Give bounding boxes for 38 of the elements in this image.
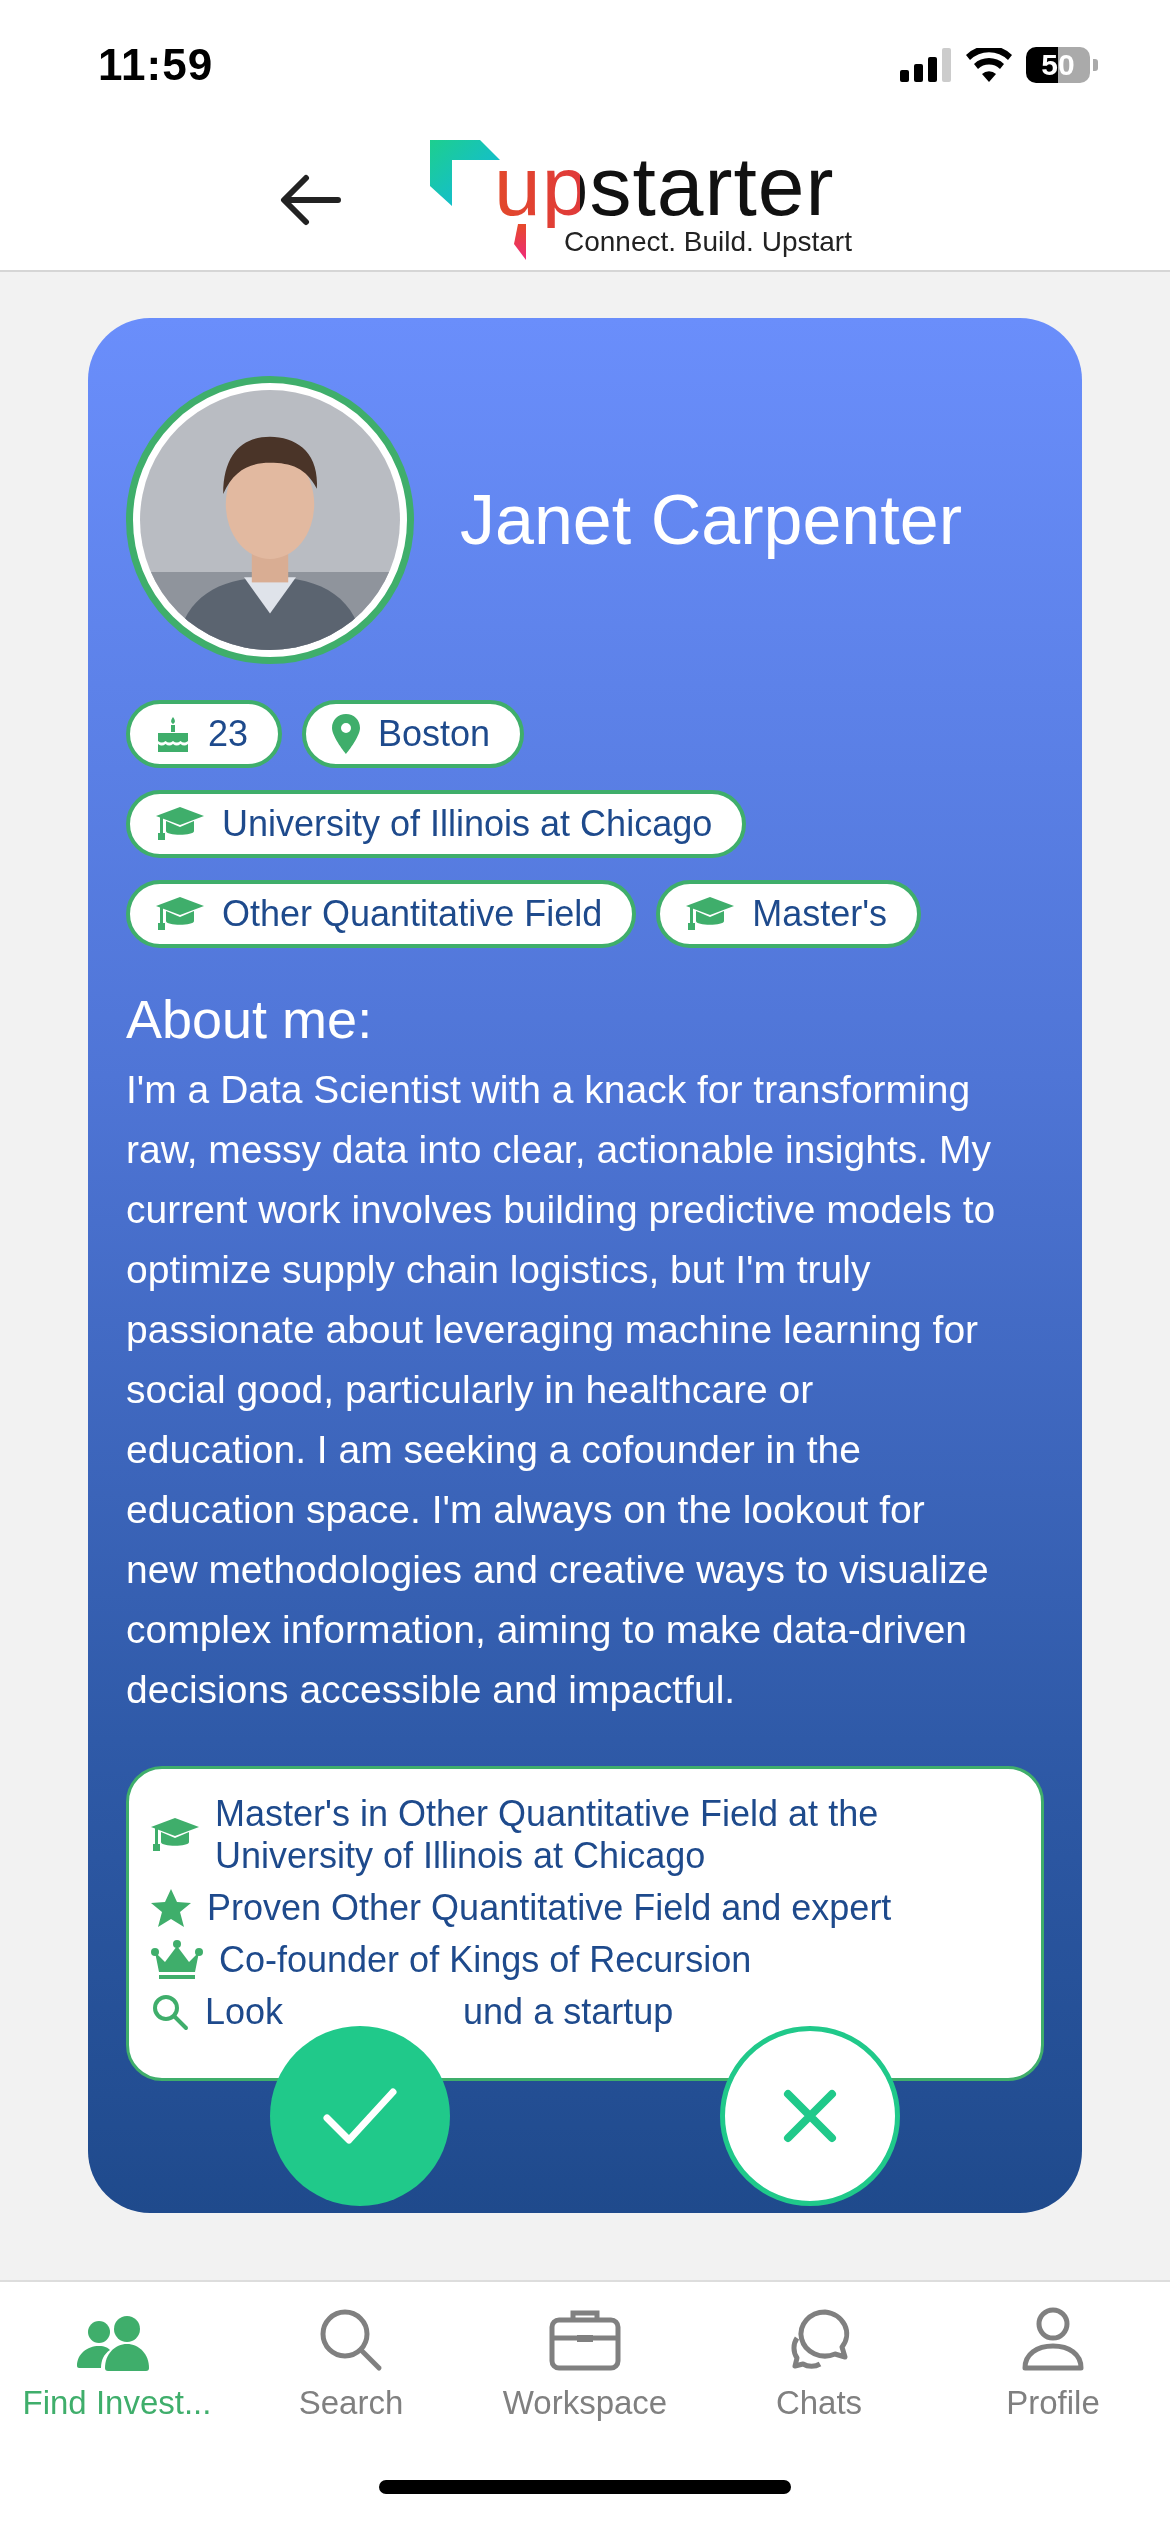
crown-icon bbox=[151, 1940, 203, 1980]
check-icon bbox=[323, 2086, 397, 2146]
person-icon bbox=[1021, 2306, 1085, 2372]
info-chip: University of Illinois at Chicago bbox=[126, 790, 747, 858]
location-pin-icon bbox=[332, 714, 361, 754]
highlight-text: Co-founder of Kings of Recursion bbox=[219, 1939, 752, 1980]
highlight-text: und a startup bbox=[463, 1991, 674, 2032]
logo-tagline: Connect. Build. Upstart bbox=[564, 226, 852, 258]
graduation-cap-icon bbox=[686, 897, 735, 931]
about-heading: About me: bbox=[126, 988, 374, 1050]
wifi-icon bbox=[966, 48, 1012, 82]
graduation-cap-icon bbox=[151, 1818, 199, 1852]
tab-item[interactable]: Chats bbox=[702, 2302, 936, 2422]
highlight-text: Proven Other Quantitative Field and expert bbox=[207, 1887, 892, 1928]
search-icon bbox=[151, 1993, 189, 2031]
tab-item[interactable]: Search bbox=[234, 2302, 468, 2422]
tab-item[interactable]: Profile bbox=[936, 2302, 1170, 2422]
briefcase-icon bbox=[549, 2308, 621, 2372]
clock-time: 11:59 bbox=[98, 40, 214, 90]
info-chip: Other Quantitative Field bbox=[126, 880, 637, 948]
search-icon bbox=[319, 2308, 383, 2372]
info-chip: Master's bbox=[656, 880, 922, 948]
back-arrow-icon bbox=[280, 174, 342, 226]
cake-icon bbox=[156, 715, 190, 753]
highlight-text: Master's in Other Quantitative Field at the University of Illinois at Chicago bbox=[215, 1793, 879, 1876]
info-chip: 23 bbox=[126, 700, 283, 768]
tab-item[interactable]: Find Invest... bbox=[0, 2302, 234, 2422]
about-text: I'm a Data Scientist with a knack for transforming raw, messy data into clear, actionable insights. My current work involves building predictive models to optimize supply chain logistics, but I'm truly passionate about leveraging machine learning for social good, particularly in healthcare or education. I am seeking a cofounder in the education space. I'm always on the lookout for new methodologies and creative ways to visualize complex information, aiming to make data-driven decisions accessible and impactful. bbox=[126, 1067, 997, 1713]
star-icon bbox=[151, 1889, 191, 1927]
profile-name: Janet Carpenter bbox=[460, 480, 962, 560]
back-button[interactable] bbox=[280, 174, 342, 226]
close-icon bbox=[782, 2088, 838, 2144]
tab-item[interactable]: Workspace bbox=[468, 2302, 702, 2422]
signal-icon bbox=[900, 48, 952, 82]
info-chip: Boston bbox=[302, 700, 525, 768]
graduation-cap-icon bbox=[156, 897, 204, 931]
highlight-text: Look bbox=[205, 1991, 284, 2032]
graduation-cap-icon bbox=[156, 807, 204, 841]
